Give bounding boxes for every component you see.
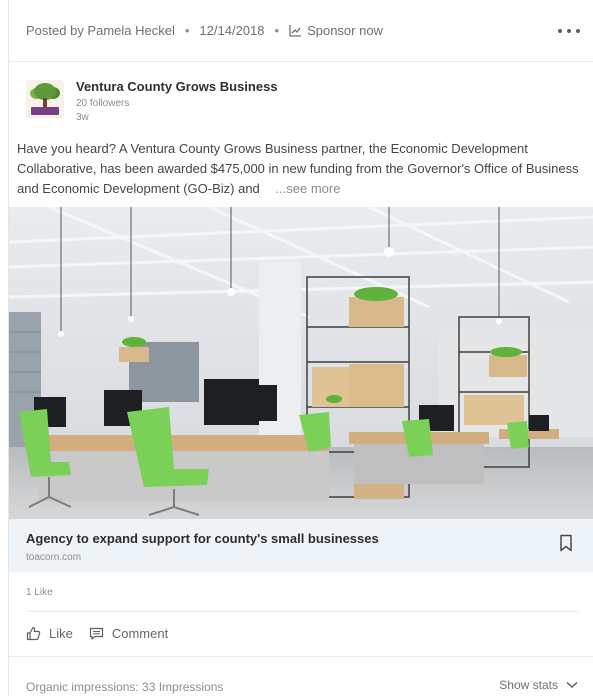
bookmark-icon[interactable] xyxy=(559,534,573,552)
more-dot xyxy=(567,29,571,33)
like-label: Like xyxy=(49,626,73,641)
chevron-down-icon xyxy=(566,681,578,689)
see-more-link[interactable]: ...see more xyxy=(275,181,340,196)
separator-dot: • xyxy=(184,23,190,38)
posted-by-text: Posted by Pamela Heckel xyxy=(26,23,175,38)
social-actions: Like Comment xyxy=(26,626,184,641)
show-stats-label: Show stats xyxy=(499,678,558,692)
impressions-text: Organic impressions: 33 Impressions xyxy=(26,680,224,694)
comment-button[interactable]: Comment xyxy=(89,626,168,641)
post-body: Have you heard? A Ventura County Grows B… xyxy=(17,139,589,199)
more-dot xyxy=(576,29,580,33)
show-stats-button[interactable]: Show stats xyxy=(499,678,578,692)
link-preview[interactable]: Agency to expand support for county's sm… xyxy=(9,519,593,572)
separator-dot: • xyxy=(274,23,280,38)
like-button[interactable]: Like xyxy=(26,626,73,641)
comment-label: Comment xyxy=(111,626,169,641)
post-date: 12/14/2018 xyxy=(199,23,265,38)
post-image[interactable] xyxy=(9,207,593,519)
sponsor-now-link[interactable]: Sponsor now xyxy=(289,23,383,38)
thumbs-up-icon xyxy=(26,626,41,641)
author-name[interactable]: Ventura County Grows Business xyxy=(76,79,278,94)
more-horizontal-icon xyxy=(558,29,562,33)
sponsor-now-label: Sponsor now xyxy=(307,23,383,38)
link-domain: toacorn.com xyxy=(26,552,82,563)
more-options-button[interactable] xyxy=(558,25,580,37)
post-age: 3w xyxy=(76,112,89,123)
post-card: Posted by Pamela Heckel • 12/14/2018 • S… xyxy=(8,0,593,696)
comment-icon xyxy=(89,627,103,640)
chart-trend-icon xyxy=(289,25,302,37)
post-meta-bar: Posted by Pamela Heckel • 12/14/2018 • S… xyxy=(9,0,593,62)
author-info: Ventura County Grows Business 20 followe… xyxy=(76,76,278,126)
likes-count[interactable]: 1 Like xyxy=(26,587,53,598)
author-followers: 20 followers xyxy=(76,98,130,109)
company-logo[interactable] xyxy=(26,80,64,118)
link-title[interactable]: Agency to expand support for county's sm… xyxy=(26,531,379,546)
author-block: Ventura County Grows Business 20 followe… xyxy=(26,76,278,126)
stats-footer: Organic impressions: 33 Impressions Show… xyxy=(9,656,593,696)
divider xyxy=(26,611,579,612)
